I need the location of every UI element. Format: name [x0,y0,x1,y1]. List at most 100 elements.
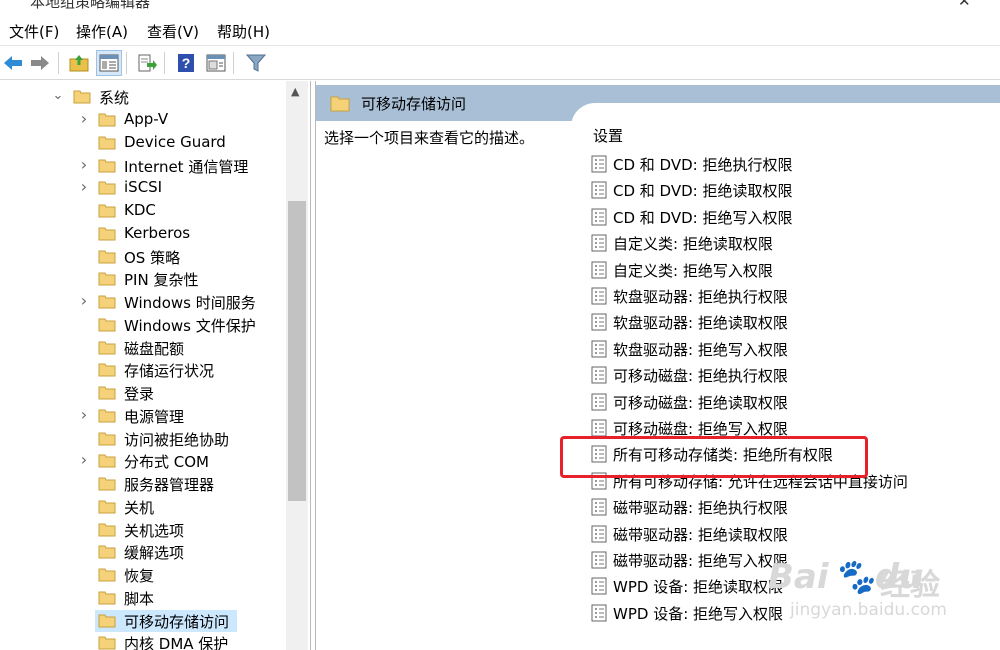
tree-item[interactable]: › 电源管理 [0,405,286,427]
policy-setting-icon [591,551,607,569]
setting-label: 软盘驱动器: 拒绝执行权限 [613,288,788,306]
tree-item-label: 关机选项 [124,521,185,540]
policy-setting-icon [591,155,607,173]
setting-row[interactable]: 可移动磁盘: 拒绝读取权限 [591,390,991,414]
scroll-thumb[interactable] [288,201,306,501]
policy-setting-icon [591,261,607,279]
help-icon[interactable]: ? [173,50,199,76]
expand-chevron-icon[interactable]: › [78,406,90,423]
folder-icon [98,134,116,150]
menu-view[interactable]: 查看(V) [147,21,199,42]
tree-item-label: Windows 时间服务 [124,294,256,312]
expand-chevron-icon[interactable]: › [78,156,90,173]
tree-item[interactable]: › App-V [0,109,286,131]
collapse-chevron-icon[interactable]: ⌄ [52,88,64,104]
setting-label: WPD 设备: 拒绝写入权限 [613,604,784,623]
tree-item-label: 电源管理 [124,407,185,426]
tree-item[interactable]: KDC [0,200,286,222]
tree-item[interactable]: 脚本 [0,587,286,609]
tree-item-label: 磁盘配额 [124,339,185,358]
policy-setting-icon [591,393,607,411]
highlight-box [560,436,868,478]
expand-chevron-icon[interactable]: › [78,293,90,309]
setting-row[interactable]: 可移动磁盘: 拒绝执行权限 [591,363,991,387]
tree-item[interactable]: 恢复 [0,564,286,586]
tree-pane: ⌄ 系统 › App-V Device Guard › Internet 通信管理 › iS… [0,81,311,650]
tree-item[interactable]: › iSCSI [0,177,286,199]
setting-row[interactable]: 磁带驱动器: 拒绝读取权限 [591,522,991,546]
menu-file[interactable]: 文件(F) [9,21,59,42]
show-hide-tree-icon[interactable] [96,50,122,76]
menu-action[interactable]: 操作(A) [76,21,128,42]
policy-setting-icon [591,366,607,384]
tree-item-label: 脚本 [124,589,155,608]
tree-item[interactable]: 关机 [0,496,286,518]
folder-icon [98,430,116,446]
filter-icon[interactable] [243,50,269,76]
setting-row[interactable]: 磁带驱动器: 拒绝执行权限 [591,495,991,519]
menu-help[interactable]: 帮助(H) [217,21,270,42]
tree-item[interactable]: › Internet 通信管理 [0,155,286,177]
tree-item-label: 存储运行状况 [124,362,215,381]
setting-row[interactable]: 软盘驱动器: 拒绝写入权限 [591,337,991,361]
tree-item-system[interactable]: ⌄ 系统 [0,86,286,108]
menu-bar: 文件(F) 操作(A) 查看(V) 帮助(H) [0,14,1000,46]
tree-item[interactable]: › 分布式 COM [0,450,286,472]
tree-item[interactable]: 访问被拒绝协助 [0,428,286,450]
setting-label: 磁带驱动器: 拒绝执行权限 [613,499,788,518]
setting-row[interactable]: CD 和 DVD: 拒绝读取权限 [591,178,991,202]
properties-icon[interactable] [203,50,229,76]
setting-label: 可移动磁盘: 拒绝读取权限 [613,393,788,412]
tree-item-label: OS 策略 [124,248,181,267]
tree-item[interactable]: OS 策略 [0,246,286,268]
setting-row[interactable]: 自定义类: 拒绝读取权限 [591,231,991,255]
setting-label: 磁带驱动器: 拒绝读取权限 [613,525,788,544]
setting-row[interactable]: 自定义类: 拒绝写入权限 [591,258,991,282]
policy-setting-icon [591,419,607,437]
tree-item[interactable]: 服务器管理器 [0,473,286,495]
folder-icon [73,88,91,104]
tree-item-label: Windows 文件保护 [124,316,256,335]
setting-label: CD 和 DVD: 拒绝读取权限 [613,182,793,201]
tree-item[interactable]: Windows 文件保护 [0,314,286,336]
tree-item[interactable]: 缓解选项 [0,541,286,563]
back-arrow-icon[interactable] [0,50,26,76]
up-folder-icon[interactable] [66,50,92,76]
setting-row[interactable]: CD 和 DVD: 拒绝执行权限 [591,152,991,176]
setting-label: CD 和 DVD: 拒绝写入权限 [613,208,793,227]
scroll-up-icon[interactable]: ▲ [291,85,299,98]
tree-item-label: 系统 [99,89,130,107]
setting-row[interactable]: 软盘驱动器: 拒绝读取权限 [591,310,991,334]
expand-chevron-icon[interactable]: › [78,452,90,468]
setting-row[interactable]: CD 和 DVD: 拒绝写入权限 [591,205,991,229]
settings-column-header[interactable]: 设置 [593,125,623,146]
tree-item[interactable]: 内核 DMA 保护 [0,632,286,650]
tree-item[interactable]: 登录 [0,382,286,404]
tree-item[interactable]: Device Guard [0,132,286,154]
setting-row[interactable]: 软盘驱动器: 拒绝执行权限 [591,284,991,308]
details-header-title: 可移动存储访问 [361,95,467,113]
tree-scrollbar[interactable]: ▲ [286,81,308,650]
tree-item[interactable]: 磁盘配额 [0,337,286,359]
tree-item[interactable]: PIN 复杂性 [0,268,286,290]
forward-arrow-icon[interactable] [27,50,53,76]
tree-item[interactable]: 存储运行状况 [0,359,286,381]
close-button[interactable]: ✕ [958,0,971,10]
tree-item-label: 分布式 COM [124,453,209,472]
description-text: 选择一个项目来查看它的描述。 [324,129,535,147]
tree-item[interactable]: 可移动存储访问 [0,609,286,632]
folder-icon [98,498,116,514]
policy-setting-icon [591,577,607,595]
tree-item-label: 可移动存储访问 [124,612,230,631]
tree-item[interactable]: Kerberos [0,223,286,245]
tree-item[interactable]: 关机选项 [0,519,286,541]
expand-chevron-icon[interactable]: › [78,179,90,195]
expand-chevron-icon[interactable]: › [78,111,90,127]
setting-label: 磁带驱动器: 拒绝写入权限 [613,552,788,570]
tree-item-label: 登录 [124,385,155,403]
watermark-cn: 经验 [880,568,940,603]
tree-item[interactable]: › Windows 时间服务 [0,291,286,313]
export-list-icon[interactable] [134,50,160,76]
folder-icon [98,179,116,195]
folder-icon [98,270,116,286]
